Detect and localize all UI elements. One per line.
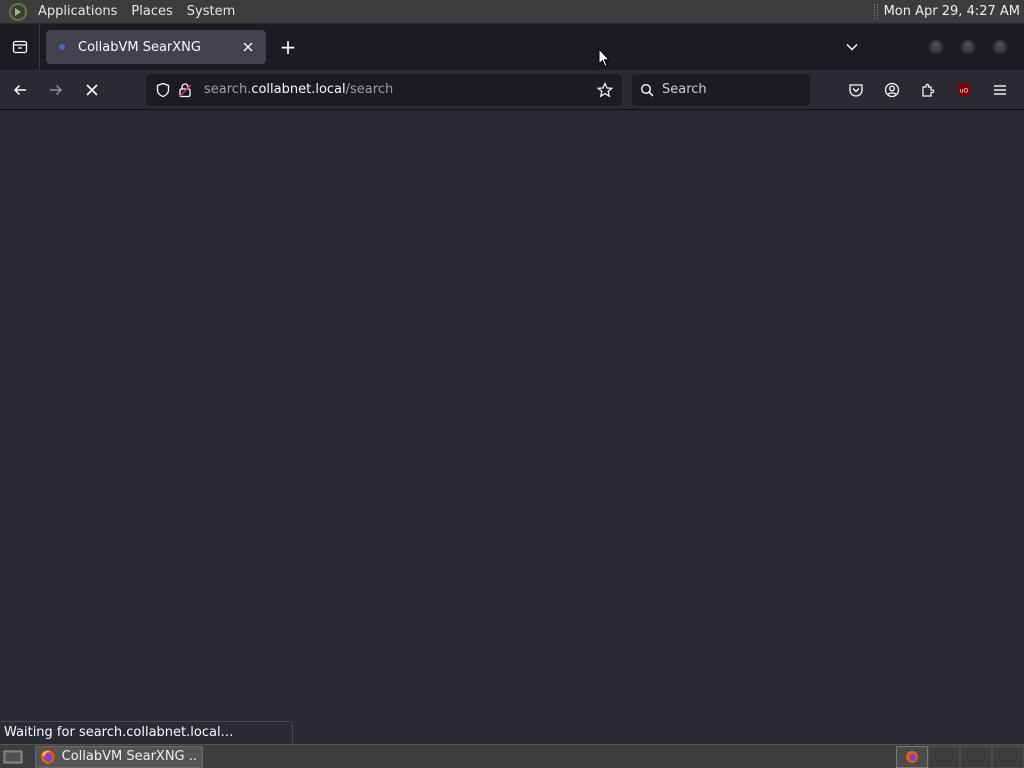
mouse-cursor-icon — [598, 48, 610, 68]
back-button[interactable] — [4, 74, 36, 106]
close-window-button[interactable] — [992, 39, 1008, 55]
svg-text:uO: uO — [960, 87, 969, 94]
clock[interactable]: Mon Apr 29, 4:27 AM — [884, 4, 1024, 19]
url-prefix: search. — [204, 82, 252, 97]
status-panel: Waiting for search.collabnet.local… — [0, 721, 293, 744]
tracking-protection-shield-icon[interactable] — [152, 79, 174, 101]
taskbar-item-firefox[interactable]: CollabVM SearXNG ... — [35, 745, 203, 768]
arrow-right-icon — [50, 84, 63, 95]
bottom-taskbar: CollabVM SearXNG ... — [0, 744, 1024, 768]
lock-insecure-icon[interactable] — [174, 79, 196, 101]
forward-button[interactable] — [40, 74, 72, 106]
firefox-icon — [40, 749, 55, 764]
pocket-button[interactable] — [838, 74, 874, 106]
arrow-left-icon — [13, 84, 26, 95]
close-tab-icon[interactable] — [238, 37, 258, 57]
panel-handle — [873, 3, 878, 20]
app-menu-button[interactable] — [982, 74, 1018, 106]
workspace-3[interactable] — [960, 745, 992, 768]
bookmark-star-icon[interactable] — [594, 79, 616, 101]
tab-title: CollabVM SearXNG — [78, 39, 201, 55]
navigation-toolbar: search.collabnet.local/search Search uO — [0, 70, 1024, 110]
tab-collabvm-searxng[interactable]: CollabVM SearXNG — [46, 30, 266, 64]
url-text[interactable]: search.collabnet.local/search — [204, 82, 594, 97]
url-path: /search — [345, 82, 394, 97]
distro-logo-icon[interactable] — [8, 2, 28, 22]
search-placeholder: Search — [662, 82, 707, 97]
taskbar-item-label: CollabVM SearXNG ... — [61, 749, 198, 764]
pocket-icon — [849, 83, 863, 97]
tab-strip: CollabVM SearXNG + — [0, 24, 1024, 70]
account-icon — [884, 82, 900, 97]
search-bar[interactable]: Search — [632, 73, 810, 106]
firefox-view-button[interactable] — [0, 24, 40, 70]
applications-menu[interactable]: Applications — [34, 4, 121, 19]
ublock-shield-icon: uO — [958, 82, 970, 97]
workspace-1[interactable] — [896, 745, 928, 768]
places-menu[interactable]: Places — [127, 4, 176, 19]
system-menu[interactable]: System — [183, 4, 239, 19]
chevron-down-icon — [846, 43, 858, 51]
new-tab-button[interactable]: + — [274, 33, 302, 61]
url-domain: collabnet.local — [251, 82, 346, 97]
stop-icon — [86, 83, 98, 96]
ublock-origin-button[interactable]: uO — [946, 74, 982, 106]
top-panel: Applications Places System Mon Apr 29, 4… — [0, 0, 1024, 24]
firefox-view-icon — [12, 40, 27, 54]
loading-favicon-icon — [54, 39, 70, 55]
workspace-4[interactable] — [992, 745, 1024, 768]
search-icon — [640, 83, 654, 97]
extensions-button[interactable] — [910, 74, 946, 106]
puzzle-icon — [922, 83, 935, 97]
page-content[interactable]: Waiting for search.collabnet.local… — [0, 111, 1024, 744]
stop-button[interactable] — [76, 74, 108, 106]
minimize-window-button[interactable] — [928, 39, 944, 55]
show-desktop-button[interactable] — [1, 747, 25, 767]
list-all-tabs-button[interactable] — [838, 33, 866, 61]
workspace-2[interactable] — [928, 745, 960, 768]
show-desktop-icon — [3, 750, 23, 763]
firefox-mini-icon — [906, 750, 918, 763]
account-button[interactable] — [874, 74, 910, 106]
url-bar[interactable]: search.collabnet.local/search — [146, 73, 622, 106]
hamburger-menu-icon — [994, 84, 1006, 95]
maximize-window-button[interactable] — [960, 39, 976, 55]
